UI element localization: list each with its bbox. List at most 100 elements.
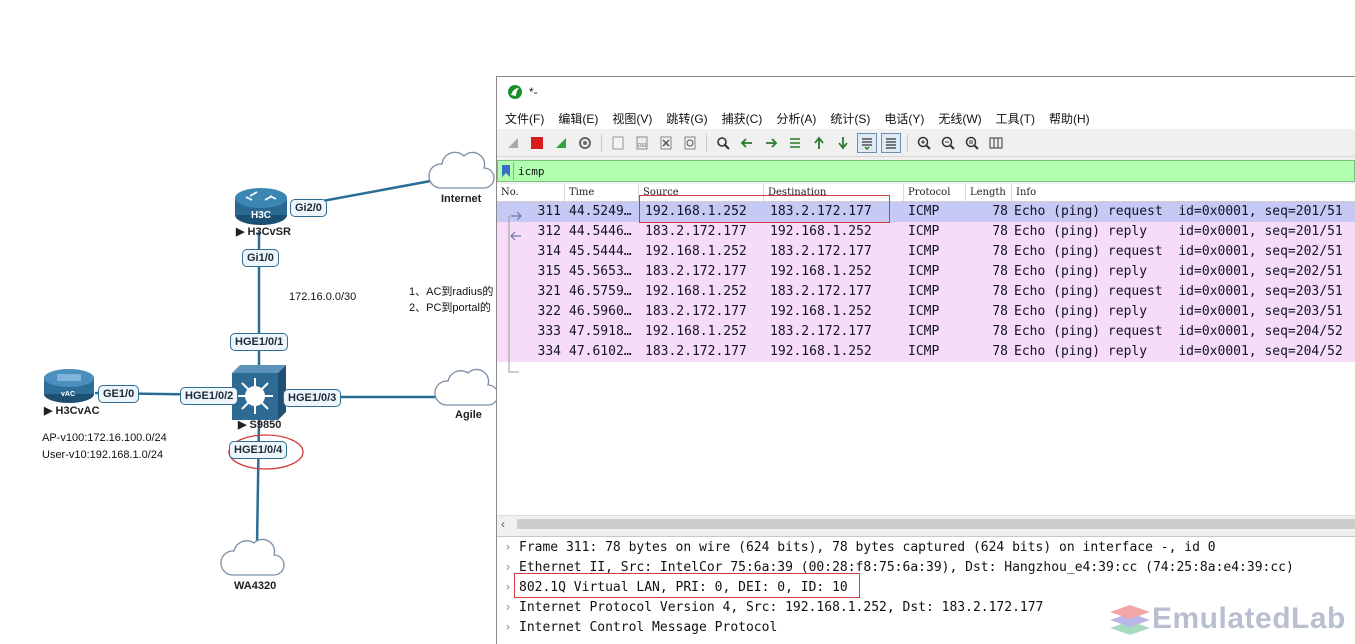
wireshark-fin-icon (508, 85, 522, 99)
last-packet-icon[interactable] (833, 133, 853, 153)
switch-label[interactable]: ▶ S9850 (238, 418, 281, 431)
packet-time: 45.5653… (569, 264, 632, 279)
packet-row[interactable]: 322 46.5960… 183.2.172.177 192.168.1.252… (497, 302, 1355, 322)
menu-wireless[interactable]: 无线(W) (938, 110, 981, 127)
horizontal-scrollbar[interactable]: ‹ (497, 515, 1355, 531)
autoscroll-icon[interactable] (857, 132, 877, 153)
topology-canvas: H3C vAC ▶ H3CvSR ▶ S9850 ▶ H3CvAC Intern… (0, 0, 500, 644)
packet-protocol: ICMP (908, 204, 940, 219)
port-hge1-0-1[interactable]: HGE1/0/1 (230, 333, 289, 351)
normal-size-icon[interactable] (962, 133, 982, 153)
packet-length: 78 (992, 324, 1008, 339)
resize-columns-icon[interactable] (986, 133, 1006, 153)
menu-telephony[interactable]: 电话(Y) (884, 110, 924, 127)
menu-help[interactable]: 帮助(H) (1049, 110, 1090, 127)
open-file-icon[interactable] (608, 133, 628, 153)
col-header-time[interactable]: Time (565, 184, 639, 201)
port-ge1-0[interactable]: GE1/0 (98, 385, 140, 403)
port-hge1-0-3[interactable]: HGE1/0/3 (283, 389, 342, 407)
col-header-protocol[interactable]: Protocol (904, 184, 966, 201)
packet-destination: 183.2.172.177 (770, 324, 872, 339)
menu-view[interactable]: 视图(V) (612, 110, 652, 127)
expand-chevron-icon[interactable]: › (497, 560, 519, 574)
agile-cloud-icon (434, 368, 499, 406)
packet-destination: 183.2.172.177 (770, 284, 872, 299)
expand-chevron-icon[interactable]: › (497, 600, 519, 614)
scrollbar-thumb[interactable] (517, 519, 1355, 529)
packet-protocol: ICMP (908, 284, 940, 299)
packet-info: Echo (ping) reply id=0x0001, seq=204/52 (1014, 344, 1343, 359)
router-label[interactable]: ▶ H3CvSR (236, 225, 291, 238)
menu-analyze[interactable]: 分析(A) (776, 110, 816, 127)
display-filter-bar[interactable]: icmp (497, 160, 1355, 182)
packet-row[interactable]: 321 46.5759… 192.168.1.252 183.2.172.177… (497, 282, 1355, 302)
ac-label[interactable]: ▶ H3CvAC (44, 404, 100, 417)
packet-protocol: ICMP (908, 324, 940, 339)
packet-time: 44.5249… (569, 204, 632, 219)
internet-cloud-icon (428, 151, 495, 189)
expand-chevron-icon[interactable]: › (497, 540, 519, 554)
packet-row[interactable]: 314 45.5444… 192.168.1.252 183.2.172.177… (497, 242, 1355, 262)
wireshark-window: *- 文件(F) 编辑(E) 视图(V) 跳转(G) 捕获(C) 分析(A) 统… (496, 76, 1355, 644)
port-gi2-0[interactable]: Gi2/0 (290, 199, 327, 217)
packet-source: 183.2.172.177 (645, 344, 747, 359)
display-filter-input[interactable]: icmp (518, 165, 545, 178)
packet-destination: 192.168.1.252 (770, 264, 872, 279)
packet-row[interactable]: 333 47.5918… 192.168.1.252 183.2.172.177… (497, 322, 1355, 342)
find-packet-icon[interactable] (713, 133, 733, 153)
menu-edit[interactable]: 编辑(E) (558, 110, 598, 127)
col-header-no[interactable]: No. (497, 184, 565, 201)
packet-info: Echo (ping) reply id=0x0001, seq=202/51 (1014, 264, 1343, 279)
go-forward-icon[interactable] (761, 133, 781, 153)
menu-tools[interactable]: 工具(T) (996, 110, 1035, 127)
capture-options-icon[interactable] (575, 133, 595, 153)
first-packet-icon[interactable] (809, 133, 829, 153)
packet-time: 47.5918… (569, 324, 632, 339)
packet-row-selected[interactable]: 311 44.5249… 192.168.1.252 183.2.172.177… (497, 202, 1355, 222)
save-file-icon[interactable]: 010 (632, 133, 652, 153)
scroll-left-icon[interactable]: ‹ (501, 516, 505, 532)
port-gi1-0[interactable]: Gi1/0 (242, 249, 279, 267)
packet-row[interactable]: 334 47.6102… 183.2.172.177 192.168.1.252… (497, 342, 1355, 362)
agile-label[interactable]: Agile (455, 409, 482, 421)
packet-source: 192.168.1.252 (645, 244, 747, 259)
expand-chevron-icon[interactable]: › (497, 620, 519, 634)
window-title: *- (529, 85, 538, 99)
packet-time: 46.5759… (569, 284, 632, 299)
internet-label[interactable]: Internet (441, 193, 481, 205)
reload-file-icon[interactable] (680, 133, 700, 153)
main-toolbar: 010 (497, 129, 1355, 157)
note-line-1: 1、AC到radius的 (409, 286, 494, 298)
packet-source: 192.168.1.252 (645, 284, 747, 299)
packet-row[interactable]: 312 44.5446… 183.2.172.177 192.168.1.252… (497, 222, 1355, 242)
stop-capture-icon[interactable] (527, 133, 547, 153)
close-file-icon[interactable] (656, 133, 676, 153)
port-hge1-0-2[interactable]: HGE1/0/2 (180, 387, 239, 405)
menu-statistics[interactable]: 统计(S) (830, 110, 870, 127)
window-titlebar[interactable]: *- (497, 77, 1355, 107)
packet-info: Echo (ping) request id=0x0001, seq=201/5… (1014, 204, 1343, 219)
restart-capture-icon[interactable] (551, 133, 571, 153)
ap-label[interactable]: WA4320 (234, 580, 276, 592)
zoom-in-icon[interactable] (914, 133, 934, 153)
menu-capture[interactable]: 捕获(C) (722, 110, 763, 127)
packet-length: 78 (992, 224, 1008, 239)
go-to-packet-icon[interactable] (785, 133, 805, 153)
port-hge1-0-4[interactable]: HGE1/0/4 (229, 441, 288, 459)
packet-row[interactable]: 315 45.5653… 183.2.172.177 192.168.1.252… (497, 262, 1355, 282)
bookmark-icon[interactable] (498, 162, 514, 180)
go-back-icon[interactable] (737, 133, 757, 153)
detail-row-frame[interactable]: › Frame 311: 78 bytes on wire (624 bits),… (497, 537, 1355, 557)
start-capture-icon[interactable] (503, 133, 523, 153)
link-switch-ap (255, 419, 261, 546)
packet-time: 45.5444… (569, 244, 632, 259)
watermark: EmulatedLab (1108, 601, 1346, 637)
packet-info: Echo (ping) request id=0x0001, seq=202/5… (1014, 244, 1343, 259)
menu-file[interactable]: 文件(F) (505, 110, 544, 127)
menu-go[interactable]: 跳转(G) (666, 110, 707, 127)
layers-logo-icon (1110, 605, 1150, 635)
zoom-out-icon[interactable] (938, 133, 958, 153)
col-header-info[interactable]: Info (1012, 184, 1355, 201)
colorize-icon[interactable] (881, 132, 901, 153)
col-header-length[interactable]: Length (966, 184, 1012, 201)
